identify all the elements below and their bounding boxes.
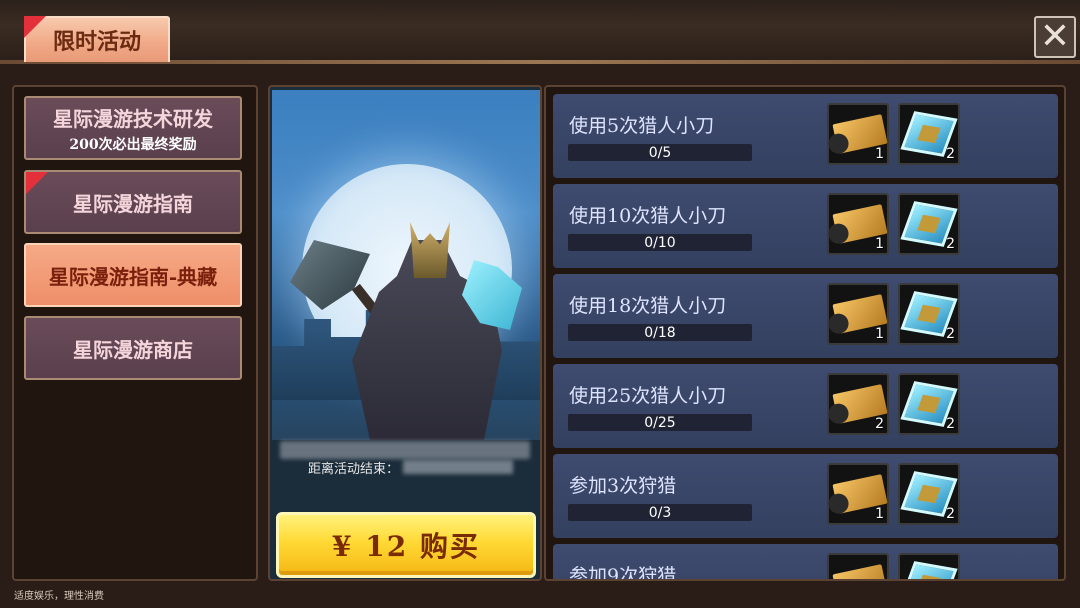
reward-count: 2 <box>946 416 955 432</box>
menu-item-sublabel: 200次必出最终奖励 <box>69 136 197 153</box>
reward-count: 2 <box>946 146 955 162</box>
menu-item-guide-collection[interactable]: 星际漫游指南-典藏 <box>24 243 242 307</box>
healthy-gaming-note: 适度娱乐，理性消费 <box>14 591 104 602</box>
reward-slot[interactable]: 1 <box>827 193 889 255</box>
task-progress: 0/5 <box>568 144 752 161</box>
reward-slot[interactable]: 2 <box>827 373 889 435</box>
reward-slot[interactable]: 1 <box>827 463 889 525</box>
task-progress-text: 0/3 <box>648 504 672 521</box>
task-row: 使用5次猎人小刀 0/5 1 2 <box>553 94 1058 178</box>
task-progress: 0/18 <box>568 324 752 341</box>
reward-slot[interactable]: 2 <box>898 373 960 435</box>
countdown-label: 距离活动结束： <box>308 461 400 477</box>
menu-item-label: 星际漫游技术研发 <box>53 106 213 131</box>
reward-slot[interactable]: 2 <box>898 103 960 165</box>
task-progress-text: 0/5 <box>648 144 672 161</box>
close-button[interactable]: ✕ <box>1034 16 1076 58</box>
task-name: 使用5次猎人小刀 <box>569 115 715 137</box>
menu-item-label: 星际漫游指南-典藏 <box>48 264 218 289</box>
menu-item-label: 星际漫游指南 <box>73 191 193 216</box>
task-row: 使用25次猎人小刀 0/25 2 2 <box>553 364 1058 448</box>
new-ribbon-icon <box>26 172 48 194</box>
task-progress: 0/25 <box>568 414 752 431</box>
task-row: 参加3次狩猎 0/3 1 2 <box>553 454 1058 538</box>
reward-slot[interactable]: 2 <box>898 463 960 525</box>
menu-item-guide[interactable]: 星际漫游指南 <box>24 170 242 234</box>
task-progress: 0/10 <box>568 234 752 251</box>
menu-item-tech-research[interactable]: 星际漫游技术研发 200次必出最终奖励 <box>24 96 242 160</box>
reward-slot[interactable]: 1 <box>827 283 889 345</box>
reward-count: 1 <box>875 236 884 252</box>
task-progress-text: 0/18 <box>644 324 676 341</box>
reward-count: 2 <box>946 506 955 522</box>
page-title: 限时活动 <box>52 29 141 55</box>
reward-slot[interactable] <box>898 553 960 579</box>
task-name: 参加3次狩猎 <box>569 475 677 497</box>
close-icon: ✕ <box>1039 16 1071 57</box>
reward-count: 2 <box>946 326 955 342</box>
menu-item-shop[interactable]: 星际漫游商店 <box>24 316 242 380</box>
task-progress-text: 0/10 <box>644 234 676 251</box>
task-list[interactable]: 使用5次猎人小刀 0/5 1 2 使用10次猎人小刀 0/10 1 2 使用18… <box>544 85 1066 581</box>
reward-count: 2 <box>946 236 955 252</box>
reward-count: 1 <box>875 146 884 162</box>
chip-icon <box>900 561 958 579</box>
task-name: 使用18次猎人小刀 <box>569 295 727 317</box>
task-row: 参加9次狩猎 <box>553 544 1058 581</box>
buy-button-label: ¥ 12 购买 <box>332 530 480 563</box>
task-name: 使用10次猎人小刀 <box>569 205 727 227</box>
task-progress: 0/3 <box>568 504 752 521</box>
countdown-value-redacted <box>403 460 514 474</box>
reward-count: 1 <box>875 506 884 522</box>
reward-count: 1 <box>875 326 884 342</box>
task-row: 使用10次猎人小刀 0/10 1 2 <box>553 184 1058 268</box>
pass-card: 距离活动结束： ¥ 12 购买 <box>268 85 542 581</box>
reward-slot[interactable]: 2 <box>898 193 960 255</box>
reward-slot[interactable]: 1 <box>827 103 889 165</box>
tab-limited-event[interactable]: 限时活动 <box>24 16 170 62</box>
buy-button[interactable]: ¥ 12 购买 <box>276 512 536 578</box>
task-name: 使用25次猎人小刀 <box>569 385 727 407</box>
event-countdown: 距离活动结束： <box>274 455 540 479</box>
reward-count: 2 <box>875 416 884 432</box>
menu-item-label: 星际漫游商店 <box>73 337 193 362</box>
reward-slot[interactable]: 2 <box>898 283 960 345</box>
new-ribbon-icon <box>24 16 46 38</box>
task-progress-text: 0/25 <box>644 414 676 431</box>
reward-slot[interactable] <box>827 553 889 579</box>
task-row: 使用18次猎人小刀 0/18 1 2 <box>553 274 1058 358</box>
task-name: 参加9次狩猎 <box>569 565 677 581</box>
ticket-icon <box>832 564 888 579</box>
hero-illustration <box>272 90 540 440</box>
